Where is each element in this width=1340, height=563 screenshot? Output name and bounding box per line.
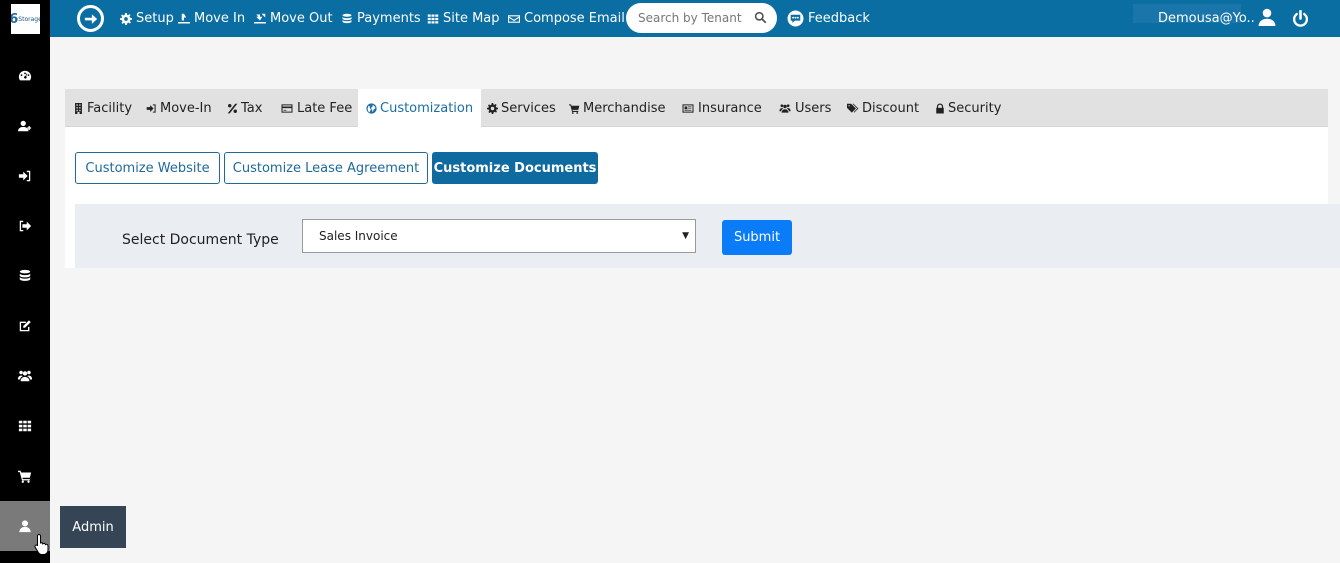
tab-move-in-label: Move-In <box>160 100 212 116</box>
customize-documents-button[interactable]: Customize Documents <box>432 152 598 184</box>
nav-compose-email-label: Compose Email <box>524 11 625 26</box>
move-out-icon <box>254 13 266 23</box>
logo-text: Storage <box>18 15 40 23</box>
logo[interactable]: 6 Storage <box>11 4 40 34</box>
nav-setup-label: Setup <box>136 11 174 26</box>
sidebar-item-site-map[interactable] <box>0 401 50 451</box>
sidebar-item-payments[interactable] <box>0 251 50 301</box>
document-type-label: Select Document Type <box>122 232 279 248</box>
nav-feedback-label: Feedback <box>808 11 870 26</box>
globe-icon <box>366 102 377 114</box>
nav-payments[interactable]: Payments <box>341 0 421 37</box>
tenant-search[interactable] <box>626 3 777 33</box>
tab-merchandise[interactable]: Merchandise <box>569 89 666 127</box>
nav-move-out[interactable]: Move Out <box>254 0 333 37</box>
tab-move-in[interactable]: Move-In <box>146 89 212 127</box>
user-plus-icon <box>18 120 32 132</box>
tab-services[interactable]: Services <box>487 89 556 127</box>
tab-users[interactable]: Users <box>778 89 831 127</box>
sidebar-item-users[interactable] <box>0 351 50 401</box>
tab-late-fee[interactable]: Late Fee <box>280 89 352 127</box>
nav-site-map[interactable]: Site Map <box>427 0 500 37</box>
power-icon[interactable] <box>1292 10 1309 27</box>
gear-icon <box>120 12 132 25</box>
nav-site-map-label: Site Map <box>443 11 500 26</box>
newspaper-icon <box>682 103 694 113</box>
document-type-value: Sales Invoice <box>319 229 398 243</box>
sidebar-item-move-out[interactable] <box>0 201 50 251</box>
tab-merchandise-label: Merchandise <box>583 100 666 116</box>
building-icon <box>75 102 82 114</box>
tab-users-label: Users <box>795 100 832 116</box>
cart-icon <box>569 103 580 114</box>
grid-icon <box>427 14 439 23</box>
edit-icon <box>19 320 31 332</box>
tab-services-label: Services <box>501 100 556 116</box>
sidebar-item-add-tenant[interactable] <box>0 101 50 151</box>
hand-cursor-icon <box>34 533 49 555</box>
tab-tax[interactable]: Tax <box>227 89 262 127</box>
nav-setup[interactable]: Setup <box>120 0 174 37</box>
move-in-icon <box>178 13 190 23</box>
toggle-sidebar-button[interactable] <box>77 5 104 32</box>
user-name[interactable]: Demousa@Yo.. <box>1158 0 1255 37</box>
nav-compose-email[interactable]: Compose Email <box>508 0 625 37</box>
database-icon <box>342 13 352 23</box>
tab-facility[interactable]: Facility <box>73 89 132 127</box>
admin-tabs: Facility Move-In Tax Late Fee Customizat… <box>65 89 1328 127</box>
sign-in-icon <box>18 170 31 182</box>
sidebar-item-move-in[interactable] <box>0 151 50 201</box>
grid-icon <box>18 420 32 432</box>
sidebar: 6 Storage <box>0 0 50 563</box>
tab-discount-label: Discount <box>862 100 920 116</box>
sign-in-icon <box>146 103 156 113</box>
tab-insurance[interactable]: Insurance <box>681 89 762 127</box>
customize-website-button[interactable]: Customize Website <box>75 152 220 184</box>
sidebar-item-dashboard[interactable] <box>0 51 50 101</box>
nav-move-out-label: Move Out <box>270 11 333 26</box>
credit-card-icon <box>281 103 293 113</box>
arrow-right-icon <box>84 13 97 24</box>
caret-down-icon: ▼ <box>682 231 689 241</box>
tab-security[interactable]: Security <box>935 89 1001 127</box>
nav-payments-label: Payments <box>357 11 421 26</box>
cart-icon <box>18 470 32 483</box>
percent-icon <box>227 103 238 113</box>
customize-lease-agreement-button[interactable]: Customize Lease Agreement <box>224 152 428 184</box>
feedback-icon <box>787 10 804 27</box>
users-icon <box>18 370 32 382</box>
submit-button[interactable]: Submit <box>722 220 792 255</box>
tab-security-label: Security <box>948 100 1002 116</box>
tab-facility-label: Facility <box>87 100 133 116</box>
tab-discount[interactable]: Discount <box>846 89 919 127</box>
logo-mark: 6 <box>11 11 19 27</box>
tab-late-fee-label: Late Fee <box>297 100 353 116</box>
search-icon[interactable] <box>754 11 767 24</box>
sidebar-item-edit[interactable] <box>0 301 50 351</box>
nav-move-in[interactable]: Move In <box>178 0 245 37</box>
tenant-search-input[interactable] <box>638 11 748 25</box>
sign-out-icon <box>19 220 32 232</box>
document-type-select[interactable]: Sales Invoice ▼ <box>302 219 696 253</box>
tab-tax-label: Tax <box>241 100 263 116</box>
lock-icon <box>936 103 944 113</box>
sidebar-tooltip: Admin <box>60 506 126 548</box>
users-icon <box>779 103 791 113</box>
envelope-icon <box>508 14 520 23</box>
tab-insurance-label: Insurance <box>698 100 762 116</box>
database-icon <box>19 269 31 281</box>
tab-customization[interactable]: Customization <box>358 89 482 127</box>
user-icon <box>19 520 31 533</box>
tags-icon <box>847 103 859 113</box>
tab-customization-label: Customization <box>380 100 474 116</box>
nav-feedback[interactable]: Feedback <box>787 0 870 37</box>
gear-icon <box>487 102 498 114</box>
top-navbar: Setup Move In Move Out Payments Site Map… <box>50 0 1340 37</box>
user-profile-icon[interactable] <box>1258 8 1276 26</box>
nav-move-in-label: Move In <box>194 11 246 26</box>
dashboard-icon <box>18 70 32 81</box>
sidebar-item-merchandise[interactable] <box>0 451 50 501</box>
